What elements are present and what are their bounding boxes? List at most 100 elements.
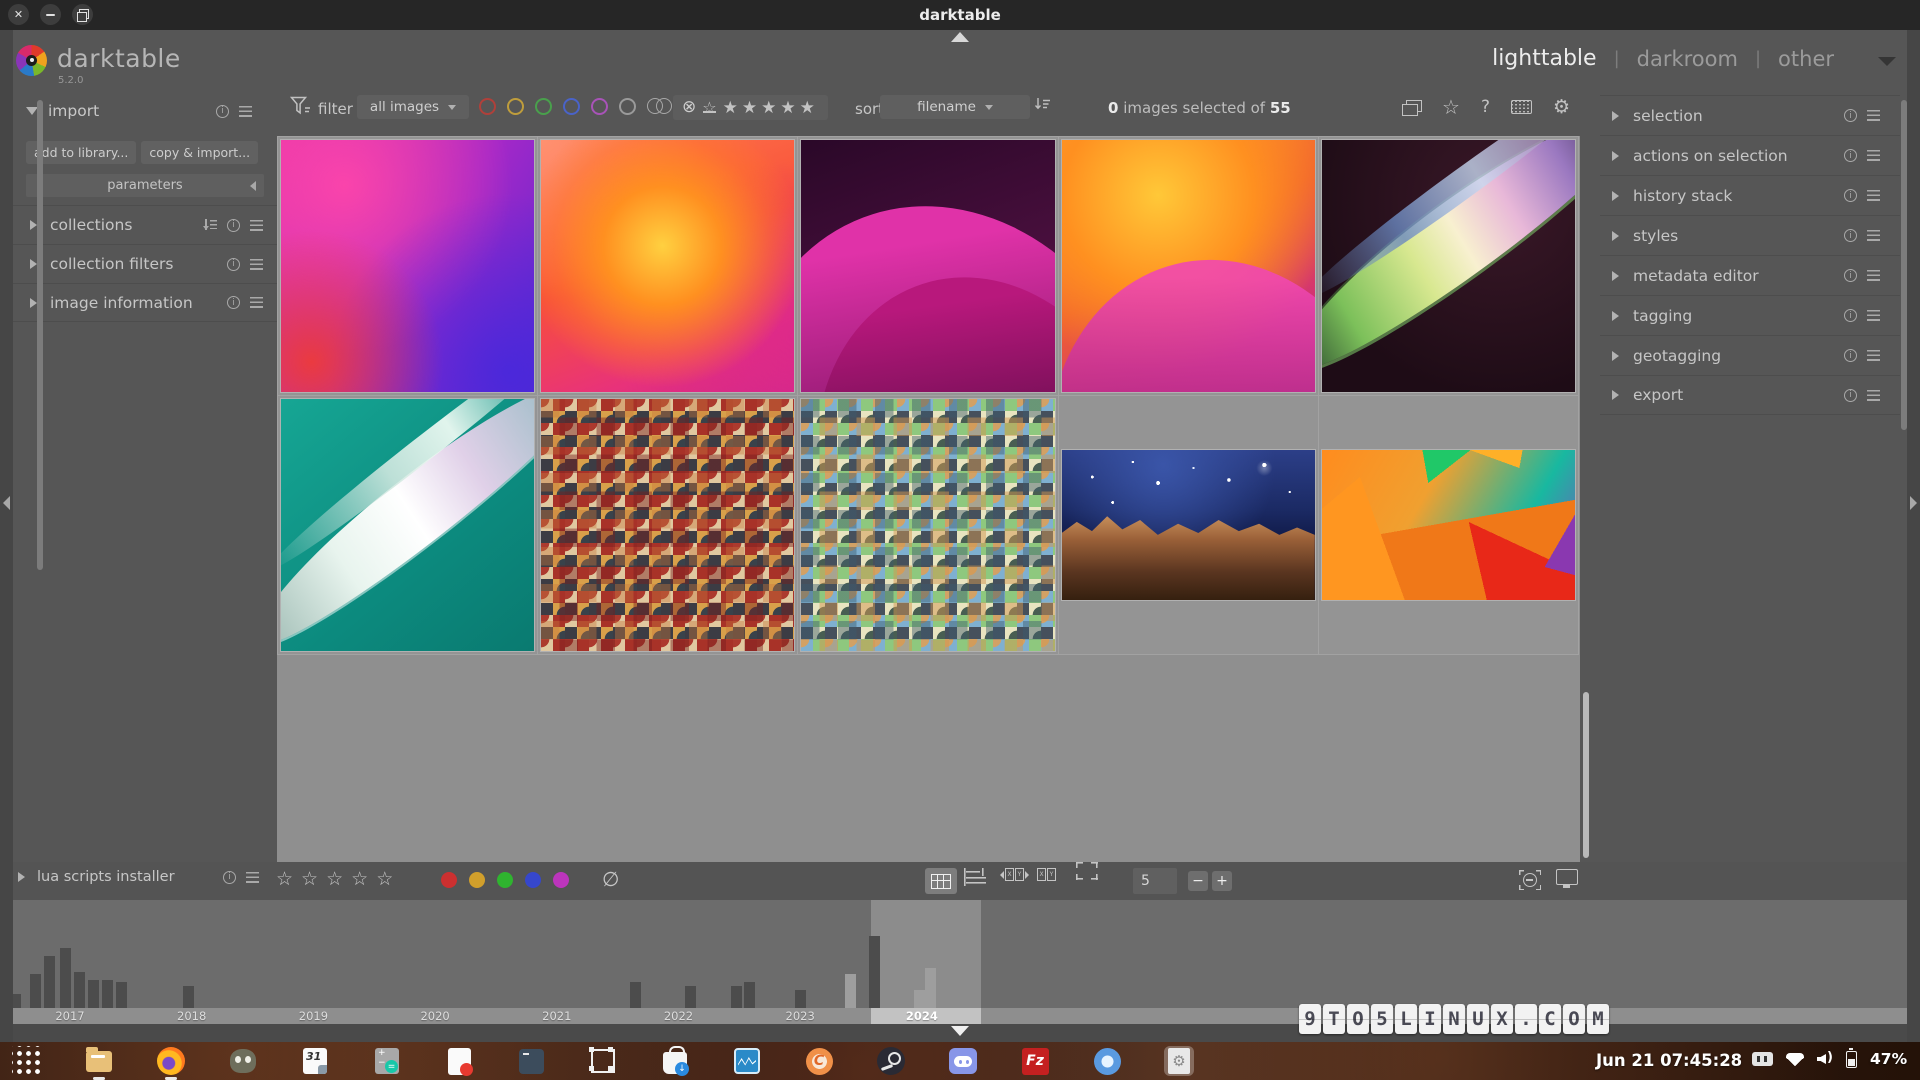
parameters-expander[interactable]: parameters xyxy=(26,174,264,197)
grouping-icon[interactable] xyxy=(1402,100,1421,115)
lua-scripts-installer-module[interactable]: lua scripts installer i xyxy=(18,869,268,885)
star-rating-icon[interactable]: ☆ xyxy=(276,868,293,891)
collapse-right-panel-icon[interactable] xyxy=(1910,496,1917,510)
color-label-dot[interactable] xyxy=(469,872,485,888)
reset-icon[interactable]: i xyxy=(1844,149,1857,162)
tab-lighttable[interactable]: lighttable xyxy=(1492,46,1596,71)
left-panel-edge[interactable] xyxy=(0,30,13,1080)
presets-menu-icon[interactable] xyxy=(250,220,263,231)
display-profile-button[interactable] xyxy=(1556,869,1578,885)
zoom-out-button[interactable]: − xyxy=(1188,871,1208,891)
taskbar-clock[interactable]: Jun 21 07:45:28 xyxy=(1596,1051,1742,1070)
color-label-dot[interactable] xyxy=(497,872,513,888)
zoom-in-button[interactable]: + xyxy=(1212,871,1232,891)
color-filter-circle[interactable] xyxy=(619,98,636,115)
taskbar-firefox-icon[interactable] xyxy=(156,1046,186,1076)
reset-icon[interactable]: i xyxy=(1844,229,1857,242)
full-preview-button[interactable] xyxy=(1076,862,1098,880)
presets-menu-icon[interactable] xyxy=(239,106,252,117)
taskbar-software-icon[interactable] xyxy=(660,1046,690,1076)
filemanager-view-button[interactable] xyxy=(925,868,957,894)
image-thumbnail-10[interactable] xyxy=(1322,450,1575,600)
image-thumbnail-7[interactable] xyxy=(541,399,794,651)
reset-icon[interactable]: i xyxy=(227,219,240,232)
star-icon[interactable]: ★ xyxy=(761,98,780,118)
color-filter-circle[interactable] xyxy=(591,98,608,115)
timeline-filmstrip[interactable]: 20172018201920202021202220232024 xyxy=(0,900,1920,1042)
image-thumbnail-8[interactable] xyxy=(801,399,1054,651)
star-rating-icon[interactable]: ☆ xyxy=(301,868,318,891)
filter-preset-dropdown[interactable]: all images xyxy=(357,95,469,119)
taskbar-gimp-icon[interactable] xyxy=(228,1046,258,1076)
color-filter-circle[interactable] xyxy=(535,98,552,115)
presets-menu-icon[interactable] xyxy=(1867,190,1880,201)
color-filter-circle[interactable] xyxy=(507,98,524,115)
expand-triangle-icon[interactable] xyxy=(1612,351,1619,361)
sidebar-module-styles[interactable]: stylesi xyxy=(1600,215,1900,255)
restore-window-button[interactable] xyxy=(72,4,93,25)
star-rating-icon[interactable]: ☆ xyxy=(326,868,343,891)
taskbar-calendar-icon[interactable]: 31 xyxy=(300,1046,330,1076)
expand-triangle-icon[interactable] xyxy=(30,220,37,230)
reset-icon[interactable]: i xyxy=(1844,309,1857,322)
taskbar-settings-icon[interactable]: ⚙ xyxy=(1164,1046,1194,1076)
taskbar-files-icon[interactable] xyxy=(84,1046,114,1076)
taskbar-status-area[interactable]: 47% xyxy=(1752,1050,1907,1068)
expand-triangle-icon[interactable] xyxy=(1612,390,1619,400)
sidebar-module-collection-filters[interactable]: collection filtersi xyxy=(13,244,277,283)
minimize-window-button[interactable] xyxy=(40,4,61,25)
taskbar-system-monitor-icon[interactable] xyxy=(732,1046,762,1076)
expand-triangle-icon[interactable] xyxy=(1612,151,1619,161)
reject-label-icon[interactable]: ∅ xyxy=(602,867,619,891)
presets-menu-icon[interactable] xyxy=(1867,350,1880,361)
expand-top-panel-arrow[interactable] xyxy=(951,32,969,42)
presets-menu-icon[interactable] xyxy=(1867,310,1880,321)
expand-triangle-icon[interactable] xyxy=(30,259,37,269)
overlays-star-icon[interactable]: ☆ xyxy=(1442,97,1460,117)
collapse-left-panel-icon[interactable] xyxy=(3,496,10,510)
color-filter-dual-icon[interactable] xyxy=(647,98,673,115)
taskbar-terminal-icon[interactable] xyxy=(516,1046,546,1076)
color-label-dot[interactable] xyxy=(441,872,457,888)
presets-menu-icon[interactable] xyxy=(246,872,259,883)
taskbar-boxes-icon[interactable] xyxy=(588,1046,618,1076)
expand-bottom-panel-arrow[interactable] xyxy=(951,1026,969,1036)
image-thumbnail-5[interactable] xyxy=(1322,140,1575,392)
left-panel-scrollbar[interactable] xyxy=(37,100,43,570)
sort-order-icon[interactable] xyxy=(203,219,217,231)
sidebar-module-actions-on-selection[interactable]: actions on selectioni xyxy=(1600,135,1900,175)
taskbar-calculator-icon[interactable] xyxy=(372,1046,402,1076)
zoom-level-input[interactable]: 5 xyxy=(1133,868,1177,894)
sort-direction-icon[interactable] xyxy=(1034,97,1051,112)
import-module-header[interactable]: import i xyxy=(26,98,266,124)
sidebar-module-history-stack[interactable]: history stacki xyxy=(1600,175,1900,215)
expand-triangle-icon[interactable] xyxy=(1612,231,1619,241)
color-label-dot[interactable] xyxy=(553,872,569,888)
star-icon[interactable]: ★ xyxy=(742,98,761,118)
color-label-dot[interactable] xyxy=(525,872,541,888)
expand-triangle-icon[interactable] xyxy=(18,872,25,882)
expand-triangle-icon[interactable] xyxy=(1612,111,1619,121)
image-thumbnail-4[interactable] xyxy=(1062,140,1315,392)
canvas-scrollbar[interactable] xyxy=(1583,692,1589,858)
image-thumbnail-1[interactable] xyxy=(281,140,534,392)
sort-field-dropdown[interactable]: filename xyxy=(880,95,1030,119)
rating-stars-bar[interactable]: ☆☆☆☆☆ xyxy=(276,868,393,891)
sidebar-module-collections[interactable]: collectionsi xyxy=(13,205,277,244)
taskbar-steam-icon[interactable] xyxy=(876,1046,906,1076)
taskbar-gthumb-icon[interactable]: C xyxy=(804,1046,834,1076)
expand-triangle-icon[interactable] xyxy=(1612,271,1619,281)
tab-other[interactable]: other xyxy=(1778,47,1834,71)
copy-and-import-button[interactable]: copy & import... xyxy=(141,141,258,164)
sidebar-module-metadata-editor[interactable]: metadata editori xyxy=(1600,255,1900,295)
color-filter-circle[interactable] xyxy=(479,98,496,115)
reset-icon[interactable]: i xyxy=(1844,109,1857,122)
reset-icon[interactable]: i xyxy=(1844,189,1857,202)
presets-menu-icon[interactable] xyxy=(1867,270,1880,281)
reset-icon[interactable]: i xyxy=(216,105,229,118)
expand-triangle-icon[interactable] xyxy=(30,298,37,308)
presets-menu-icon[interactable] xyxy=(1867,230,1880,241)
zoomable-view-button[interactable] xyxy=(964,868,988,886)
reject-filter-icon[interactable]: ⊗ xyxy=(682,99,696,116)
color-labels-bar[interactable] xyxy=(441,872,569,888)
